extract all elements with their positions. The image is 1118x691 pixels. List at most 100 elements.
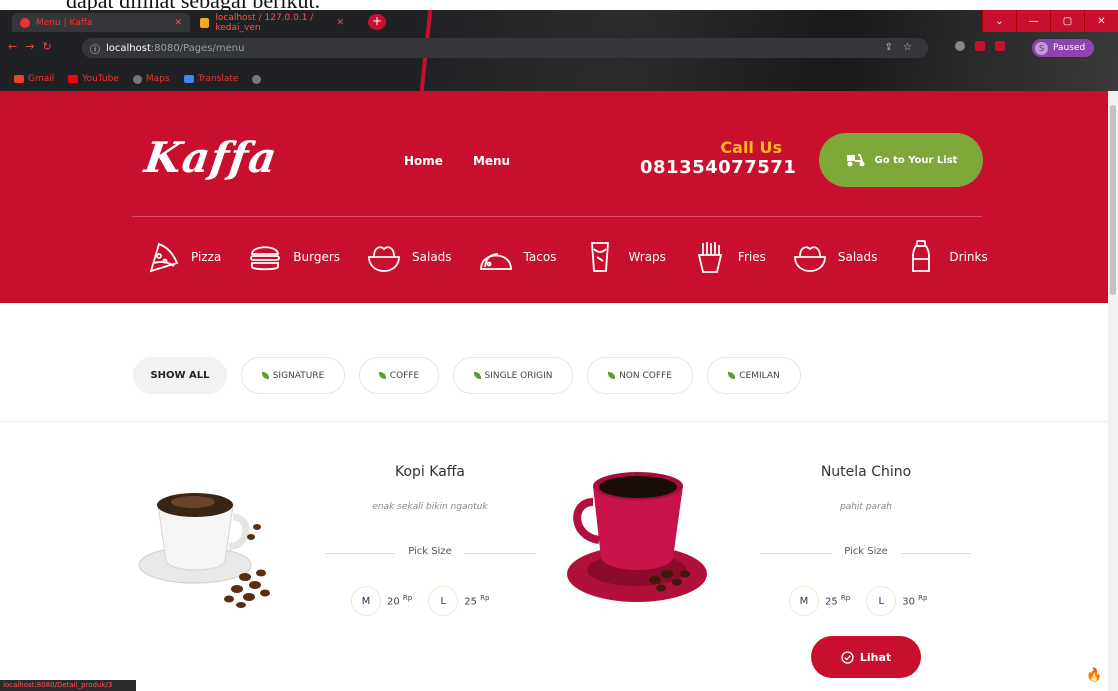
go-to-list-label: Go to Your List [874, 154, 958, 166]
drink-icon [912, 240, 931, 272]
page-scrollbar[interactable] [1108, 91, 1118, 691]
category-drinks[interactable]: Drinks [903, 239, 988, 275]
size-price: 25 Rp [825, 594, 850, 607]
extension-icon[interactable] [955, 41, 965, 51]
product-name[interactable]: Nutela Chino [761, 464, 971, 480]
filter-coffe[interactable]: COFFE [359, 357, 439, 394]
size-price: 25 Rp [464, 594, 489, 607]
bookmark-maps[interactable]: Maps [132, 74, 170, 84]
go-to-list-button[interactable]: Go to Your List [819, 133, 983, 187]
bookmark-label: Translate [197, 74, 239, 84]
pick-size-label: Pick Size [408, 546, 452, 557]
menu-filters: SHOW ALL SIGNATURE COFFE SINGLE ORIGIN N… [133, 357, 801, 394]
product-description: pahit parah [840, 502, 892, 512]
bookmark-translate[interactable]: Translate [183, 74, 239, 84]
price-value: 20 [387, 596, 400, 608]
phpmyadmin-favicon-icon [200, 17, 210, 28]
filter-label: COFFE [389, 370, 420, 381]
product-name[interactable]: Kopi Kaffa [325, 464, 535, 480]
size-options: M 20 Rp L 25 Rp [351, 586, 489, 616]
lihat-button[interactable]: Lihat [811, 636, 921, 678]
size-option-l[interactable]: L 30 Rp [866, 586, 927, 616]
filter-cemilan[interactable]: CEMILAN [707, 357, 801, 394]
new-tab-button[interactable]: + [368, 14, 386, 30]
taco-icon [479, 253, 512, 270]
extension-icon[interactable] [975, 41, 985, 51]
size-m-button[interactable]: M [789, 586, 819, 616]
filter-label: SIGNATURE [272, 370, 325, 381]
profile-status: Paused [1053, 43, 1086, 53]
leaf-icon [728, 372, 736, 379]
bookmark-globe[interactable] [252, 74, 262, 84]
site-header: Kaffa Home Menu Call Us 081354077571 Go … [0, 91, 1108, 303]
product-image-kopi-kaffa[interactable] [133, 465, 279, 610]
bookmark-youtube[interactable]: YouTube [68, 74, 119, 84]
category-salads[interactable]: Salads [366, 239, 452, 275]
phone-number[interactable]: 081354077571 [640, 157, 796, 178]
back-icon[interactable]: ← [8, 40, 25, 53]
tab-phpmyadmin[interactable]: localhost / 127.0.0.1 / kedai_ven ✕ [192, 13, 352, 33]
size-option-m[interactable]: M 25 Rp [789, 586, 850, 616]
profile-button[interactable]: S Paused [1032, 39, 1094, 57]
category-wraps[interactable]: Wraps [582, 239, 666, 275]
category-label: Burgers [293, 250, 341, 264]
category-tacos[interactable]: Tacos [478, 239, 556, 275]
tab-menu-kaffa[interactable]: Menu | Kaffa ✕ [12, 13, 190, 32]
scrollbar-thumb[interactable] [1110, 105, 1116, 295]
info-icon[interactable]: ⓘ [90, 41, 100, 56]
size-m-button[interactable]: M [351, 586, 381, 616]
category-label: Salads [837, 250, 878, 264]
category-burgers[interactable]: Burgers [247, 239, 340, 275]
filter-show-all[interactable]: SHOW ALL [133, 357, 227, 394]
tab-search-icon[interactable]: ⌄ [982, 10, 1016, 32]
pizza-icon [149, 242, 179, 273]
caption-text: dapat dilihat sebagai berikut. [66, 0, 320, 10]
leaf-icon [473, 372, 481, 379]
forward-icon[interactable]: → [25, 40, 42, 53]
size-option-m[interactable]: M 20 Rp [351, 586, 412, 616]
gmail-icon [14, 75, 24, 83]
size-price: 20 Rp [387, 594, 412, 607]
reload-icon[interactable]: ↻ [42, 40, 59, 53]
close-icon[interactable]: ✕ [174, 18, 182, 28]
address-bar[interactable]: ⓘ localhost:8080/Pages/menu ⇪☆ [82, 38, 928, 58]
nav-menu[interactable]: Menu [473, 154, 510, 168]
close-icon[interactable]: ✕ [336, 18, 344, 28]
size-l-button[interactable]: L [428, 586, 459, 616]
header-divider [132, 216, 982, 217]
nav-home[interactable]: Home [404, 154, 443, 168]
category-label: Drinks [949, 250, 988, 264]
price-unit: Rp [918, 594, 928, 603]
share-icon[interactable]: ⇪ [885, 42, 903, 53]
section-divider [0, 421, 1108, 422]
puzzle-icon[interactable] [995, 41, 1005, 51]
filter-signature[interactable]: SIGNATURE [241, 357, 345, 394]
extension-icons [955, 41, 1005, 51]
size-option-l[interactable]: L 25 Rp [428, 586, 489, 616]
category-label: Fries [737, 250, 766, 264]
category-label: Wraps [628, 250, 666, 264]
category-salads-2[interactable]: Salads [792, 239, 878, 275]
category-fries[interactable]: Fries [692, 239, 766, 275]
minimize-icon[interactable]: — [1016, 10, 1050, 32]
price-unit: Rp [402, 594, 413, 603]
window-close-icon[interactable]: ✕ [1084, 10, 1118, 32]
youtube-icon [68, 75, 79, 83]
size-l-button[interactable]: L [866, 586, 897, 616]
product-image-nutela-chino[interactable] [563, 462, 715, 610]
check-circle-icon [841, 650, 854, 664]
bookmark-gmail[interactable]: Gmail [14, 74, 54, 84]
globe-icon [132, 74, 142, 84]
filter-non-coffe[interactable]: NON COFFE [587, 357, 693, 394]
price-unit: Rp [840, 594, 851, 603]
star-icon[interactable]: ☆ [903, 42, 922, 53]
filter-single-origin[interactable]: SINGLE ORIGIN [453, 357, 573, 394]
tab-bar: Menu | Kaffa ✕ localhost / 127.0.0.1 / k… [0, 10, 1118, 33]
site-logo[interactable]: Kaffa [142, 133, 281, 182]
maximize-icon[interactable]: ▢ [1050, 10, 1084, 32]
category-pizza[interactable]: Pizza [145, 239, 221, 275]
fire-icon[interactable]: 🔥 [1086, 668, 1102, 683]
omnibox-actions: ⇪☆ [885, 42, 922, 53]
scooter-icon [846, 154, 865, 167]
nav-buttons: ←→↻ [8, 40, 60, 53]
